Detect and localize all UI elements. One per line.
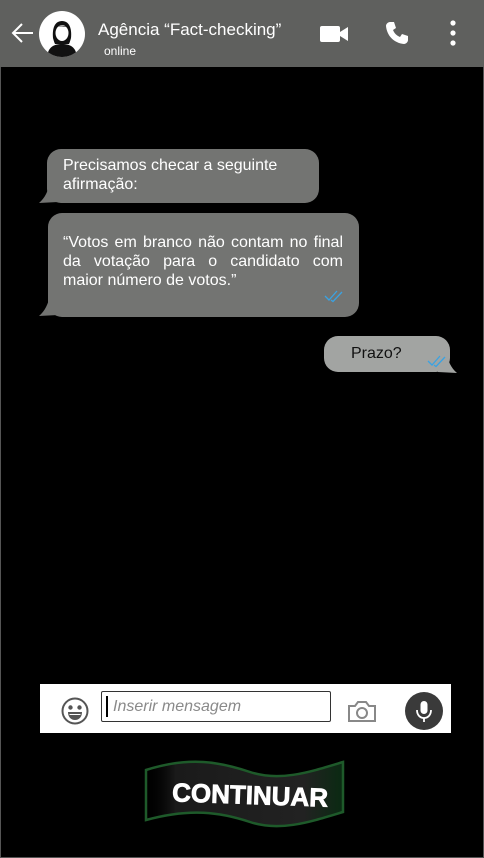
double-check-icon [427,355,446,368]
continue-label: CONTINUAR [172,777,329,812]
message-input-bar [40,684,451,733]
message-input[interactable] [101,691,331,722]
phone-icon[interactable] [384,20,410,46]
message-text: “Votos em branco não contam no final da … [63,234,343,289]
continue-button[interactable]: CONTINUAR [140,758,350,830]
camera-icon[interactable] [347,700,377,723]
contact-status: online [104,44,137,58]
microphone-icon [416,701,432,722]
message-bubble-outgoing: Prazo? [324,336,450,372]
message-bubble-incoming: “Votos em branco não contam no final da … [48,213,359,317]
double-check-icon [324,290,343,303]
woman-avatar-icon [47,21,77,57]
emoji-icon[interactable] [61,697,89,725]
message-text: Precisamos checar a seguinte afirmação: [63,157,278,193]
contact-name[interactable]: Agência “Fact-checking” [98,20,281,40]
more-options-icon[interactable] [446,18,460,48]
back-arrow-icon[interactable] [10,20,36,46]
message-text: Prazo? [351,345,402,362]
microphone-button[interactable] [405,692,443,730]
video-call-icon[interactable] [319,24,349,44]
chat-header: Agência “Fact-checking” online [0,0,484,67]
message-bubble-incoming: Precisamos checar a seguinte afirmação: [47,149,319,203]
avatar[interactable] [39,11,85,57]
text-cursor [106,696,108,717]
